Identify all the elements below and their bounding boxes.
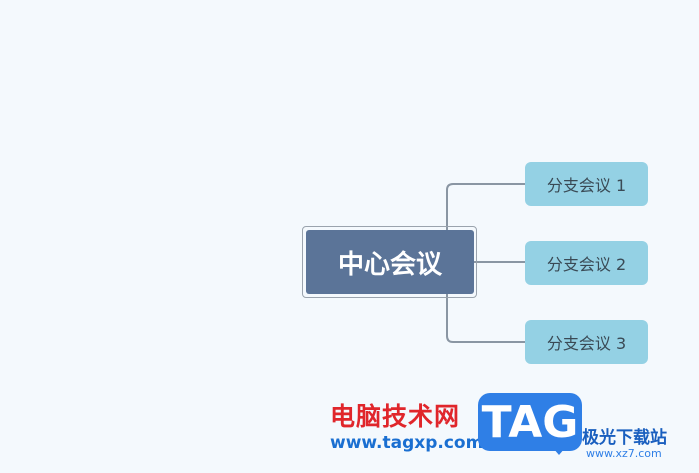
branch-topic-3[interactable]: 分支会议 3: [525, 320, 648, 364]
branch-topic-2[interactable]: 分支会议 2: [525, 241, 648, 285]
connector-branch-3: [446, 294, 525, 343]
watermark-site-name: 电脑技术网: [330, 402, 461, 431]
branch-topic-1[interactable]: 分支会议 1: [525, 162, 648, 206]
branch-topic-label: 分支会议 2: [546, 255, 627, 274]
watermark-brand-url: www.xz7.com: [586, 447, 662, 460]
watermark-site-url: www.tagxp.com: [330, 433, 484, 453]
tag-logo-text: TAG: [481, 396, 579, 448]
tag-logo-tail-icon: [547, 441, 571, 455]
watermark-brand-name: 极光下载站: [582, 428, 667, 448]
branch-topic-label: 分支会议 1: [546, 176, 627, 195]
branch-topic-label: 分支会议 3: [546, 334, 627, 353]
central-topic[interactable]: 中心会议: [306, 230, 474, 294]
central-topic-label: 中心会议: [337, 249, 442, 280]
site-watermark: 电脑技术网 www.tagxp.com TAG 极光下载站 www.xz7.co…: [324, 391, 696, 469]
connector-branch-1: [446, 183, 525, 230]
